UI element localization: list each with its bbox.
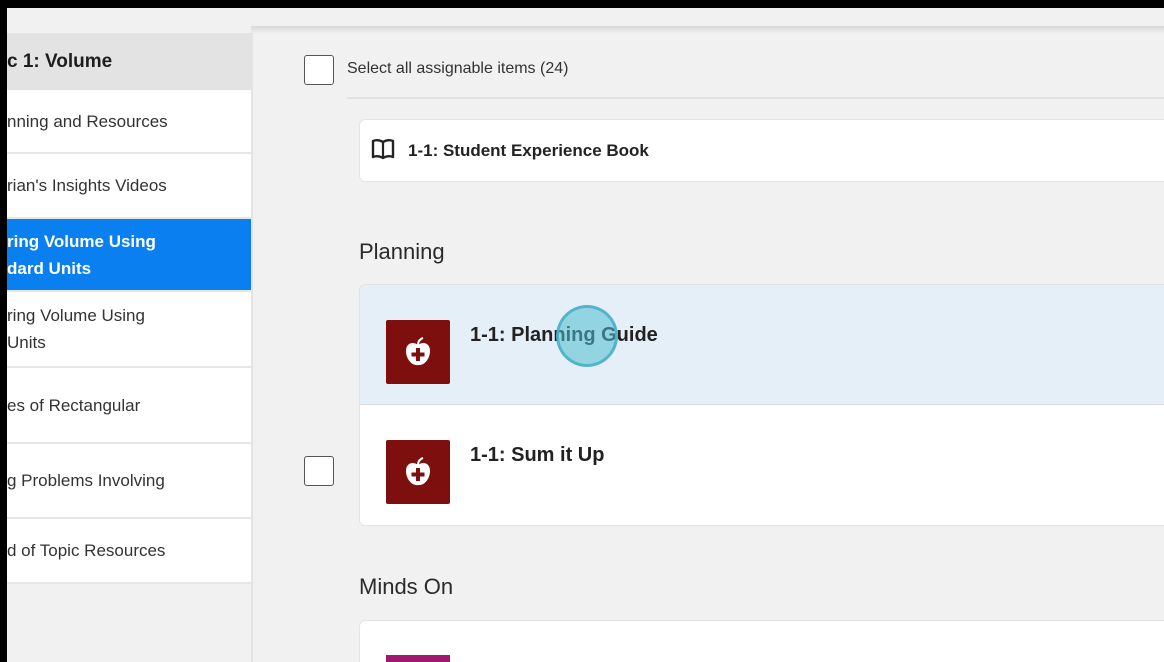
book-item-card[interactable]: 1-1: Student Experience Book <box>359 119 1164 182</box>
topic-sidebar: c 1: Volume nning and Resources rian's I… <box>7 33 251 662</box>
apple-plus-icon <box>386 440 450 504</box>
section-heading-planning: Planning <box>359 239 445 264</box>
sidebar-item-label: ring Volume Using dard Units <box>7 231 156 278</box>
sidebar-item-label: rian's Insights Videos <box>7 176 167 195</box>
list-item-planning-guide[interactable]: 1-1: Planning Guide <box>360 285 1164 405</box>
sum-it-up-checkbox[interactable] <box>304 456 334 486</box>
select-all-divider <box>347 97 1164 99</box>
planning-items-group: 1-1: Planning Guide 1-1: Sum it Up <box>359 284 1164 526</box>
sidebar-title: c 1: Volume <box>7 33 251 90</box>
sidebar-item-insights-videos[interactable]: rian's Insights Videos <box>7 154 251 219</box>
app-frame: c 1: Volume nning and Resources rian's I… <box>7 8 1164 662</box>
click-indicator <box>556 305 618 367</box>
sidebar-item-planning-resources[interactable]: nning and Resources <box>7 90 251 154</box>
sidebar-item-label: d of Topic Resources <box>7 541 166 560</box>
sidebar-divider <box>251 33 253 662</box>
sidebar-item-label: es of Rectangular <box>7 395 141 415</box>
minds-on-resource-icon <box>386 655 450 662</box>
apple-plus-icon <box>386 320 450 384</box>
book-icon <box>371 139 395 160</box>
list-item-sum-it-up[interactable]: 1-1: Sum it Up <box>360 405 1164 524</box>
top-shadow <box>251 26 1164 34</box>
sidebar-item-rectangular[interactable]: es of Rectangular <box>7 368 251 444</box>
select-all-label: Select all assignable items (24) <box>347 60 569 77</box>
section-heading-minds-on: Minds On <box>359 574 454 599</box>
select-all-checkbox[interactable] <box>304 55 334 85</box>
sidebar-item-label: ring Volume Using Units <box>7 306 145 352</box>
sidebar-item-measuring-nonstandard[interactable]: ring Volume Using dard Units <box>7 219 251 292</box>
minds-on-item-card[interactable] <box>359 620 1164 662</box>
book-item-title: 1-1: Student Experience Book <box>408 141 649 160</box>
sidebar-item-problems[interactable]: g Problems Involving <box>7 444 251 519</box>
sidebar-item-label: g Problems Involving <box>7 471 165 490</box>
sum-it-up-title: 1-1: Sum it Up <box>470 444 605 466</box>
sidebar-item-label: nning and Resources <box>7 111 168 131</box>
sidebar-item-measuring-units[interactable]: ring Volume Using Units <box>7 292 251 368</box>
sidebar-item-end-of-topic[interactable]: d of Topic Resources <box>7 519 251 584</box>
